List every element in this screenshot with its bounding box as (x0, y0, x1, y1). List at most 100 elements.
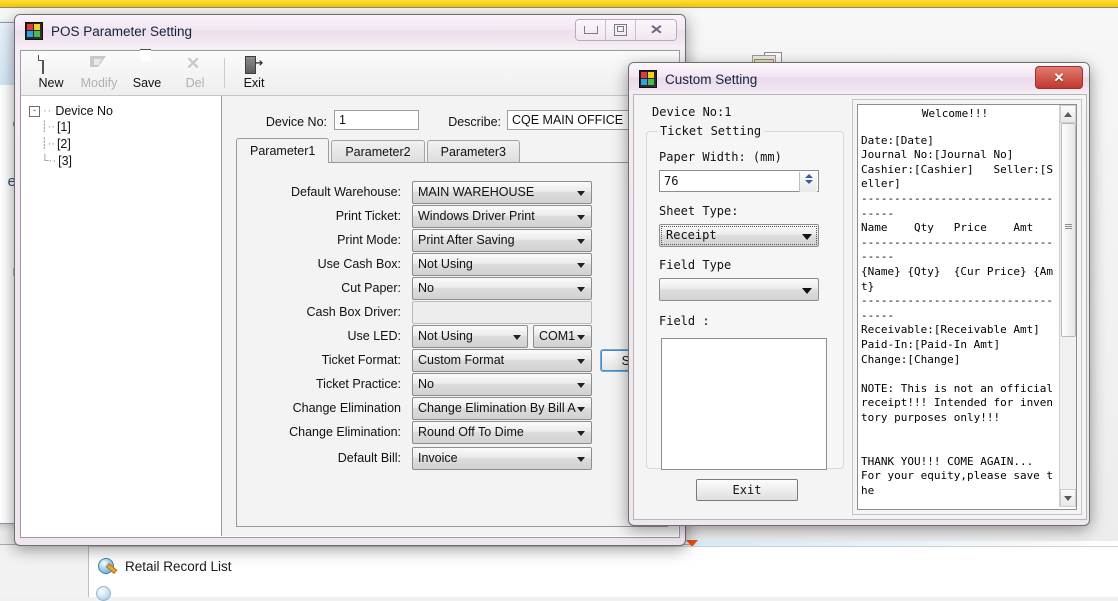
combo-use-cash-box[interactable]: Not Using (412, 253, 592, 276)
input-cash-box-driver[interactable] (412, 301, 592, 324)
combo-default-bill[interactable]: Invoice (412, 447, 592, 470)
chevron-down-icon (577, 431, 585, 436)
label-print-mode: Print Mode: (257, 233, 401, 247)
describe-input[interactable]: CQE MAIN OFFICE (507, 110, 632, 130)
close-icon: ✕ (649, 22, 663, 38)
pos-window-body: New Modify Save ✕ Del ➔ Exit (20, 50, 680, 538)
toolbar-del-button[interactable]: ✕ Del (171, 52, 219, 94)
sheet-type-value: Receipt (666, 228, 717, 242)
minimize-icon (584, 26, 598, 34)
retail-record-list-panel[interactable]: Retail Record List (88, 546, 1118, 597)
close-button[interactable]: ✕ (636, 20, 676, 40)
scroll-down-button[interactable] (1060, 489, 1076, 507)
paper-width-value: 76 (664, 174, 678, 188)
chevron-down-icon (577, 191, 585, 196)
scrollbar-thumb[interactable] (1061, 123, 1076, 337)
label-change-elimination-round: Change Elimination: (247, 425, 401, 439)
chevron-down-icon (802, 288, 812, 294)
toolbar-new-button[interactable]: New (27, 52, 75, 94)
combo-change-elimination-mode[interactable]: Change Elimination By Bill A (412, 397, 592, 420)
combo-sheet-type[interactable]: Receipt (659, 224, 819, 247)
globe-icon-secondary (96, 586, 112, 600)
tree-connector-line: └·· (41, 155, 56, 167)
custom-setting-body: Device No:1 Ticket Setting Paper Width: … (633, 94, 1087, 520)
chevron-down-icon (577, 239, 585, 244)
custom-setting-close-button[interactable]: ✕ (1035, 66, 1083, 89)
retail-record-list-label: Retail Record List (125, 559, 232, 574)
chevron-down-icon (802, 234, 812, 240)
combo-com-port[interactable]: COM1 (533, 325, 592, 348)
paper-width-label: Paper Width: (mm) (659, 150, 782, 164)
custom-setting-exit-button[interactable]: Exit (696, 479, 798, 501)
ticket-setting-legend: Ticket Setting (657, 124, 764, 138)
scroll-up-button[interactable] (1060, 105, 1076, 123)
tree-connector: ·· (43, 105, 52, 117)
combo-default-warehouse[interactable]: MAIN WAREHOUSE (412, 181, 592, 204)
toolbar-new-label: New (38, 76, 63, 90)
paper-width-stepper[interactable] (799, 172, 817, 192)
tree-item-1[interactable]: ┊·· [1] (41, 118, 221, 135)
sheet-type-label: Sheet Type: (659, 204, 738, 218)
combo-ticket-format[interactable]: Custom Format (412, 349, 592, 372)
field-listbox[interactable] (661, 338, 827, 470)
tree-item-1-label: [1] (57, 120, 71, 134)
modify-arrow-icon (90, 56, 108, 74)
toolbar-save-button[interactable]: Save (123, 52, 171, 94)
toolbar-modify-button[interactable]: Modify (75, 52, 123, 94)
combo-print-ticket[interactable]: Windows Driver Print (412, 205, 592, 228)
tab-parameter2[interactable]: Parameter2 (331, 140, 424, 163)
stepper-up-icon[interactable] (805, 174, 813, 178)
combo-print-mode[interactable]: Print After Saving (412, 229, 592, 252)
custom-setting-titlebar[interactable]: Custom Setting ✕ (629, 63, 1089, 91)
floppy-save-icon (138, 56, 156, 74)
device-no-label: Device No: (232, 115, 327, 129)
app-colorblocks-icon (639, 70, 657, 88)
combo-change-elimination-round[interactable]: Round Off To Dime (412, 421, 592, 444)
combo-field-type[interactable] (659, 278, 819, 301)
label-use-cash-box: Use Cash Box: (257, 257, 401, 271)
chevron-down-icon (577, 263, 585, 268)
device-tree-pane[interactable]: - ·· Device No ┊·· [1] ┊·· [2] └·· [3] (21, 96, 222, 536)
pos-parameter-setting-window[interactable]: POS Parameter Setting ✕ New Modify Save (14, 14, 686, 544)
label-cut-paper: Cut Paper: (257, 281, 401, 295)
label-print-ticket: Print Ticket: (257, 209, 401, 223)
combo-use-led[interactable]: Not Using (412, 325, 528, 348)
device-no-text: Device No:1 (652, 105, 731, 119)
describe-label: Describe: (422, 115, 501, 129)
new-document-icon (42, 56, 60, 74)
tab-parameter3[interactable]: Parameter3 (427, 140, 520, 163)
paper-width-input[interactable]: 76 (659, 170, 819, 192)
parameter-tabs: Parameter1 Parameter2 Parameter3 (236, 140, 666, 162)
chevron-down-icon (577, 287, 585, 292)
minimize-button[interactable] (576, 20, 606, 40)
tree-item-3[interactable]: └·· [3] (41, 152, 221, 169)
label-ticket-practice: Ticket Practice: (257, 377, 401, 391)
tree-root-device-no[interactable]: - ·· Device No (29, 104, 221, 118)
receipt-preview-scrollbar[interactable] (1059, 105, 1076, 507)
combo-ticket-practice[interactable]: No (412, 373, 592, 396)
tree-expander-icon[interactable]: - (29, 106, 40, 117)
field-label: Field : (659, 314, 710, 328)
stepper-down-icon[interactable] (805, 180, 813, 184)
pos-window-titlebar[interactable]: POS Parameter Setting ✕ (15, 15, 685, 45)
custom-setting-dialog[interactable]: Custom Setting ✕ Device No:1 Ticket Sett… (628, 62, 1090, 524)
label-use-led: Use LED: (257, 329, 401, 343)
receipt-preview[interactable]: Welcome!!! Date:[Date] Journal No:[Journ… (857, 104, 1077, 510)
label-default-bill: Default Bill: (257, 451, 401, 465)
ticket-setting-group: Ticket Setting Paper Width: (mm) 76 Shee… (646, 131, 844, 469)
device-no-input[interactable]: 1 (334, 110, 419, 130)
label-cash-box-driver: Cash Box Driver: (257, 305, 401, 319)
toolbar-exit-button[interactable]: ➔ Exit (230, 52, 278, 94)
receipt-preview-body: Date:[Date] Journal No:[Journal No] Cash… (861, 119, 1057, 498)
combo-cut-paper[interactable]: No (412, 277, 592, 300)
restore-icon (614, 24, 627, 36)
top-yellow-bar (0, 0, 1118, 8)
tab-parameter1[interactable]: Parameter1 (236, 138, 329, 163)
restore-button[interactable] (606, 20, 636, 40)
custom-setting-left-pane: Device No:1 Ticket Setting Paper Width: … (640, 99, 848, 513)
tree-item-2[interactable]: ┊·· [2] (41, 135, 221, 152)
field-type-label: Field Type (659, 258, 731, 272)
toolbar-exit-label: Exit (244, 76, 265, 90)
label-change-elimination-mode: Change Elimination (247, 401, 401, 415)
app-colorblocks-icon (25, 22, 43, 40)
